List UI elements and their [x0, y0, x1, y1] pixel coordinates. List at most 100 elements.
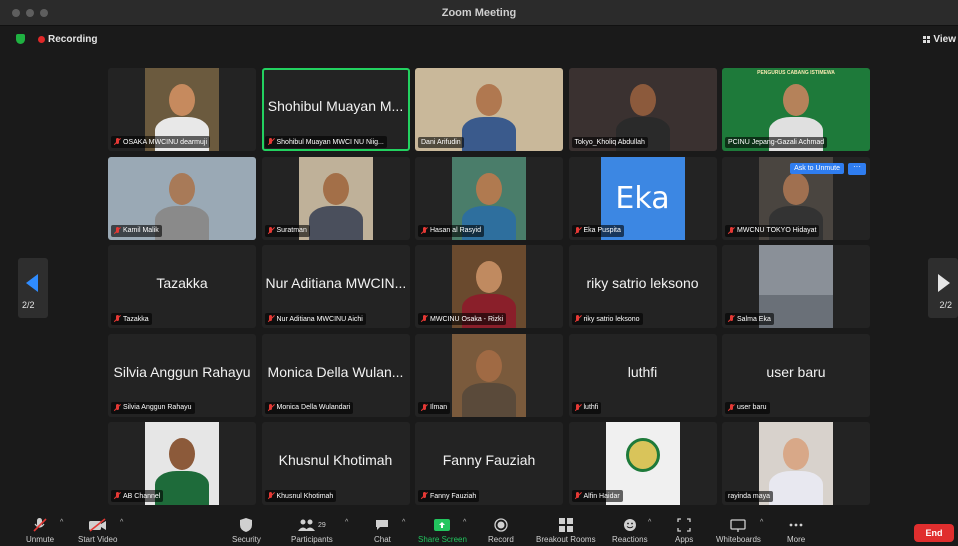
participant-display-name: Tazakka: [156, 275, 208, 291]
security-button[interactable]: Security: [232, 518, 261, 544]
view-label: View: [933, 34, 956, 45]
participants-options-caret[interactable]: ^: [345, 519, 348, 526]
more-button[interactable]: More: [787, 518, 805, 544]
unmute-button[interactable]: Unmute: [26, 518, 54, 544]
mic-muted-icon: [114, 492, 120, 500]
participant-nametag: Salma Eka: [725, 313, 774, 325]
participant-tile[interactable]: Tazakka Tazakka: [108, 245, 256, 328]
participant-tile[interactable]: MWCNU TOKYO Hidayat Ask to Unmute ···: [722, 156, 870, 240]
chat-bubble-icon: [374, 518, 391, 532]
participant-tile[interactable]: Kamil Malik: [108, 156, 256, 240]
mic-muted-icon: [114, 138, 120, 146]
participant-tile[interactable]: Khusnul Khotimah Khusnul Khotimah: [261, 422, 410, 505]
participant-name-label: Kamil Malik: [123, 227, 159, 234]
participant-tile[interactable]: Fanny Fauziah Fanny Fauziah: [415, 422, 563, 505]
participant-name-label: OSAKA MWCINU dearmuji: [123, 138, 208, 146]
breakout-rooms-button[interactable]: Breakout Rooms: [536, 518, 596, 544]
participant-nametag: Khusnul Khotimah: [264, 490, 337, 502]
participant-nametag: Shohibul Muayan MWCI NU Niig...: [264, 136, 387, 148]
reactions-smiley-icon: [612, 518, 648, 532]
participant-tile[interactable]: Suratman: [261, 156, 410, 240]
participant-name-label: Suratman: [276, 227, 307, 234]
participant-tile[interactable]: luthfi luthfi: [568, 333, 717, 417]
audio-options-caret[interactable]: ^: [60, 519, 63, 526]
participant-name-label: Dani Arifudin: [421, 139, 461, 146]
mic-muted-icon: [728, 315, 734, 323]
share-screen-icon: [418, 518, 467, 532]
participant-tile[interactable]: Eka Eka Puspita: [568, 156, 717, 240]
chat-button[interactable]: Chat: [374, 518, 391, 544]
whiteboards-options-caret[interactable]: ^: [760, 519, 763, 526]
page-indicator-left: 2/2: [22, 300, 35, 310]
participant-tile[interactable]: user baru user baru: [722, 333, 870, 417]
meeting-toolbar: Unmute ^ Start Video ^ Security 29 Parti…: [0, 514, 958, 546]
banner-text: PENGURUS CABANG ISTIMEWA: [757, 70, 835, 76]
tile-more-button[interactable]: ···: [848, 162, 866, 175]
mic-muted-icon: [26, 518, 54, 532]
mic-muted-icon: [575, 492, 581, 500]
ask-to-unmute-button[interactable]: Ask to Unmute: [790, 162, 844, 174]
participant-tile[interactable]: AB Channel: [108, 422, 256, 505]
participant-name-label: Eka Puspita: [583, 227, 621, 234]
share-screen-button[interactable]: Share Screen: [418, 518, 467, 544]
participant-name-label: Nur Aditiana MWCINU Aichi: [276, 315, 363, 323]
mic-muted-icon: [268, 138, 274, 146]
view-button[interactable]: View: [923, 34, 956, 45]
participant-display-name: Monica Della Wulan...: [267, 363, 404, 380]
meeting-topbar: Recording View: [0, 26, 958, 54]
start-video-button[interactable]: Start Video: [78, 518, 117, 544]
participant-tile[interactable]: Salma Eka: [722, 245, 870, 328]
participant-display-name: Fanny Fauziah: [442, 452, 536, 468]
chat-options-caret[interactable]: ^: [402, 519, 405, 526]
arrow-left-icon: [26, 274, 38, 292]
participant-tile[interactable]: Hasan al Rasyid: [415, 156, 563, 240]
participant-name-label: luthfi: [583, 404, 599, 411]
mic-muted-icon: [114, 226, 120, 235]
participant-tile[interactable]: rayinda maya: [722, 422, 870, 505]
participant-tile[interactable]: Silvia Anggun Rahayu Silvia Anggun Rahayu: [108, 333, 256, 417]
mic-muted-icon: [421, 315, 427, 323]
reactions-button[interactable]: Reactions: [612, 518, 648, 544]
mic-muted-icon: [728, 226, 734, 235]
participant-display-name: user baru: [766, 363, 826, 380]
share-options-caret[interactable]: ^: [463, 519, 466, 526]
participant-name-label: Salma Eka: [737, 315, 771, 323]
participants-button[interactable]: 29 Participants: [291, 518, 333, 544]
end-meeting-button[interactable]: End: [914, 524, 954, 542]
participant-tile[interactable]: Monica Della Wulan... Monica Della Wuland…: [261, 333, 410, 417]
security-shield-icon: [232, 518, 261, 532]
recording-label[interactable]: Recording: [48, 34, 97, 45]
window-titlebar: Zoom Meeting: [0, 0, 958, 26]
apps-button[interactable]: Apps: [675, 518, 693, 544]
breakout-rooms-icon: [536, 518, 596, 532]
arrow-right-icon: [938, 274, 950, 292]
participant-tile[interactable]: Dani Arifudin: [415, 68, 563, 151]
participant-tile[interactable]: Shohibul Muayan M... Shohibul Muayan MWCI…: [261, 68, 410, 151]
participant-name-label: Khusnul Khotimah: [276, 492, 334, 500]
video-options-caret[interactable]: ^: [120, 519, 123, 526]
participant-name-label: MWCINU Osaka - Rizki: [430, 315, 504, 323]
participant-name-label: user baru: [737, 404, 767, 411]
participant-tile[interactable]: Nur Aditiana MWCIN... Nur Aditiana MWCINU…: [261, 245, 410, 328]
participant-display-name: Silvia Anggun Rahayu: [113, 363, 251, 380]
participant-nametag: AB Channel: [111, 490, 164, 502]
reactions-options-caret[interactable]: ^: [648, 519, 651, 526]
participant-tile[interactable]: PENGURUS CABANG ISTIMEWA PCINU Jepang-Gaz…: [722, 68, 870, 151]
participant-nametag: Ilman: [418, 401, 451, 414]
emblem-icon: [625, 438, 660, 472]
participant-tile[interactable]: Tokyo_Kholiq Abdullah: [568, 68, 717, 151]
participant-display-name: Khusnul Khotimah: [278, 452, 393, 468]
participant-tile[interactable]: OSAKA MWCINU dearmuji: [108, 68, 256, 151]
participant-nametag: Eka Puspita: [571, 224, 624, 237]
participant-tile[interactable]: riky satrio leksono riky satrio leksono: [568, 245, 717, 328]
mic-muted-icon: [268, 226, 274, 235]
participant-nametag: Dani Arifudin: [418, 137, 464, 148]
shield-icon[interactable]: [16, 34, 25, 44]
whiteboards-button[interactable]: Whiteboards: [716, 518, 761, 544]
participant-tile[interactable]: MWCINU Osaka - Rizki: [415, 245, 563, 328]
record-button[interactable]: Record: [488, 518, 514, 544]
participant-tile[interactable]: Ilman: [415, 333, 563, 417]
mic-muted-icon: [421, 492, 427, 500]
participant-name-label: Shohibul Muayan MWCI NU Niig...: [276, 138, 384, 146]
participant-tile[interactable]: Alfin Haidar: [568, 422, 717, 505]
